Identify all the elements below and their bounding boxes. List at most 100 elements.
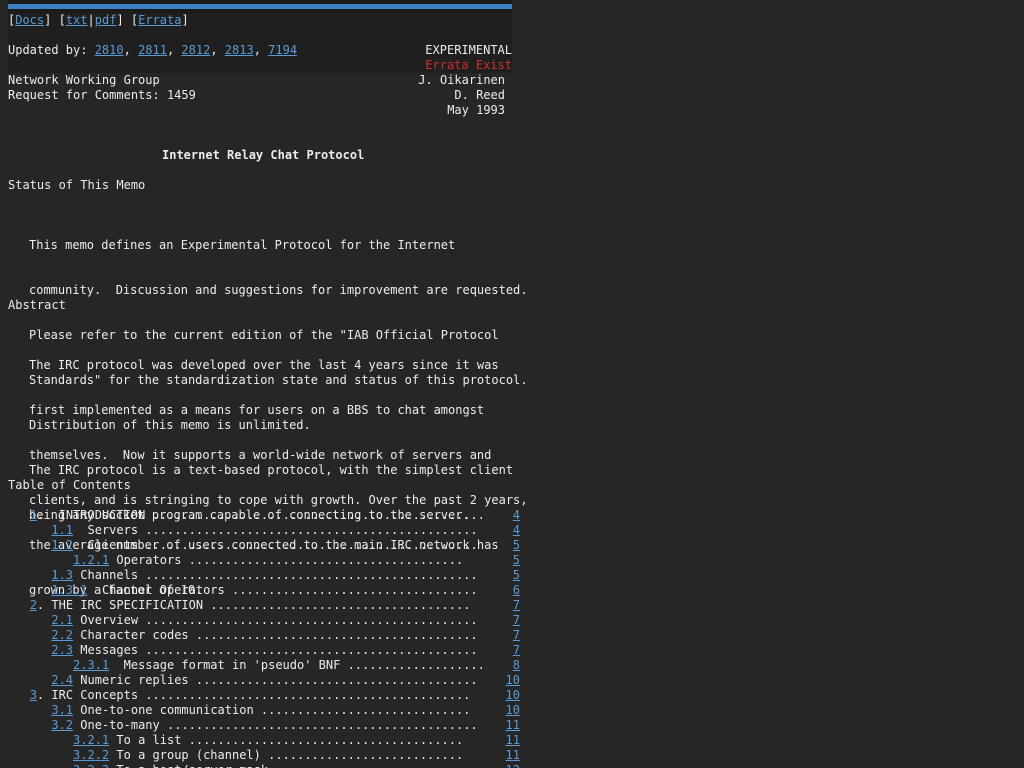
toc-separator xyxy=(87,583,101,597)
toc-section-link[interactable]: 3.1 xyxy=(51,703,73,717)
toc-page-link[interactable]: 11 xyxy=(506,748,520,763)
toc-title: INTRODUCTION xyxy=(58,508,146,522)
toc-page-link[interactable]: 6 xyxy=(513,583,520,598)
toc-leader: ........................................… xyxy=(138,688,471,702)
toc-title: Operators xyxy=(116,553,182,567)
toc-title: To a group (channel) xyxy=(116,748,261,762)
paragraph-line: community. Discussion and suggestions fo… xyxy=(29,283,528,297)
toc-row: 1.1 Servers ............................… xyxy=(8,523,528,538)
updated-by-rfc-link[interactable]: 2813 xyxy=(225,43,254,57)
toc-leader: ........................................… xyxy=(138,568,478,582)
txt-link[interactable]: txt xyxy=(66,13,88,27)
toc-leader: ....................................... xyxy=(188,673,478,687)
toc-section-link[interactable]: 2.4 xyxy=(51,673,73,687)
toc-section-link[interactable]: 2.3.1 xyxy=(73,658,109,672)
toc-separator: . xyxy=(36,598,52,612)
toc-section-link[interactable]: 1.2.1 xyxy=(73,553,109,567)
toc-row: 3.1 One-to-one communication ...........… xyxy=(8,703,528,718)
toc-indent xyxy=(8,748,73,762)
toc-row: 1. INTRODUCTION ........................… xyxy=(8,508,528,523)
toc-section-link[interactable]: 3.2.3 xyxy=(73,763,109,768)
toc-indent xyxy=(8,703,51,717)
updated-by-rfc-link[interactable]: 2811 xyxy=(138,43,167,57)
toc-section-link[interactable]: 2.1 xyxy=(51,613,73,627)
toc-page-link[interactable]: 11 xyxy=(506,718,520,733)
toc-leader: ............................. xyxy=(253,703,471,717)
toc-page-link[interactable]: 4 xyxy=(513,508,520,523)
toc-leader: ........................................… xyxy=(145,508,485,522)
toc-leader: ........................................… xyxy=(159,718,478,732)
toc-row: 2.1 Overview ...........................… xyxy=(8,613,528,628)
paragraph-line: The IRC protocol is a text-based protoco… xyxy=(29,463,514,477)
toc-section-link[interactable]: 3.2.2 xyxy=(73,748,109,762)
toc-section-link[interactable]: 2.3 xyxy=(51,643,73,657)
toc-row: 1.2.1 Operators ........................… xyxy=(8,553,528,568)
publication-date: May 1993 xyxy=(447,103,505,117)
toc-title: THE IRC SPECIFICATION xyxy=(51,598,204,612)
toc-leader: ........................................… xyxy=(138,523,478,537)
toc-section-link[interactable]: 2 xyxy=(30,598,37,612)
toc-row: 2.4 Numeric replies ....................… xyxy=(8,673,528,688)
toc-section-link[interactable]: 1.1 xyxy=(51,523,73,537)
toc-title: Message format in 'pseudo' BNF xyxy=(123,658,341,672)
toc-page-link[interactable]: 7 xyxy=(513,598,520,613)
toc-row: 3.2.2 To a group (channel) .............… xyxy=(8,748,528,763)
table-of-contents: 1. INTRODUCTION ........................… xyxy=(8,508,528,768)
toc-separator xyxy=(109,658,123,672)
toc-indent xyxy=(8,598,30,612)
toc-row: 1.3.1 Channel Operators ................… xyxy=(8,583,528,598)
toc-section-link[interactable]: 1.2 xyxy=(51,538,73,552)
toc-section-link[interactable]: 3 xyxy=(30,688,37,702)
toc-indent xyxy=(8,613,51,627)
toc-indent xyxy=(8,583,51,597)
toc-title: Messages xyxy=(80,643,139,657)
section-heading: Abstract xyxy=(8,298,66,312)
toc-indent xyxy=(8,568,51,582)
toc-section-link[interactable]: 1 xyxy=(30,508,37,522)
toc-section-link[interactable]: 3.2 xyxy=(51,718,73,732)
updated-by-label: Updated by: xyxy=(8,43,95,57)
toc-leader: ........................... xyxy=(260,748,464,762)
toc-leader: .................................... xyxy=(203,598,471,612)
updated-by-rfc-link[interactable]: 2810 xyxy=(95,43,124,57)
toc-section-link[interactable]: 1.3 xyxy=(51,568,73,582)
toc-page-link[interactable]: 7 xyxy=(513,643,520,658)
author-2: D. Reed xyxy=(454,88,505,102)
errata-link[interactable]: Errata xyxy=(138,13,181,27)
toc-separator xyxy=(73,538,87,552)
toc-page-link[interactable]: 5 xyxy=(513,553,520,568)
toc-title: Channels xyxy=(80,568,139,582)
toc-section-link[interactable]: 2.2 xyxy=(51,628,73,642)
toc-row: 1.3 Channels ...........................… xyxy=(8,568,528,583)
toc-leader: ........................................… xyxy=(138,613,478,627)
toc-leader: ....................................... xyxy=(188,628,478,642)
toc-section-link[interactable]: 1.3.1 xyxy=(51,583,87,597)
toc-title: Channel Operators xyxy=(101,583,225,597)
toc-page-link[interactable]: 10 xyxy=(506,688,520,703)
toc-page-link[interactable]: 5 xyxy=(513,538,520,553)
toc-page-link[interactable]: 4 xyxy=(513,523,520,538)
toc-page-link[interactable]: 8 xyxy=(513,658,520,673)
toc-row: 2.2 Character codes ....................… xyxy=(8,628,528,643)
status-label: EXPERIMENTAL xyxy=(425,43,512,57)
docs-link[interactable]: Docs xyxy=(15,13,44,27)
toc-page-link[interactable]: 11 xyxy=(506,733,520,748)
toc-title: Overview xyxy=(80,613,139,627)
toc-page-link[interactable]: 7 xyxy=(513,628,520,643)
toc-page-link[interactable]: 12 xyxy=(506,763,520,768)
toc-leader: ...................................... xyxy=(181,733,464,747)
updated-by-rfc-link[interactable]: 7194 xyxy=(268,43,297,57)
updated-by-rfc-link[interactable]: 2812 xyxy=(181,43,210,57)
toc-title: Servers xyxy=(87,523,139,537)
toc-indent xyxy=(8,718,51,732)
toc-page-link[interactable]: 10 xyxy=(506,673,520,688)
toc-page-link[interactable]: 7 xyxy=(513,613,520,628)
section-heading: Status of This Memo xyxy=(8,178,146,192)
toc-row: 2.3.1 Message format in 'pseudo' BNF ...… xyxy=(8,658,528,673)
toc-page-link[interactable]: 5 xyxy=(513,568,520,583)
pdf-link[interactable]: pdf xyxy=(95,13,117,27)
toc-separator: . xyxy=(36,508,59,522)
toc-title: Numeric replies xyxy=(80,673,189,687)
toc-page-link[interactable]: 10 xyxy=(506,703,520,718)
toc-section-link[interactable]: 3.2.1 xyxy=(73,733,109,747)
